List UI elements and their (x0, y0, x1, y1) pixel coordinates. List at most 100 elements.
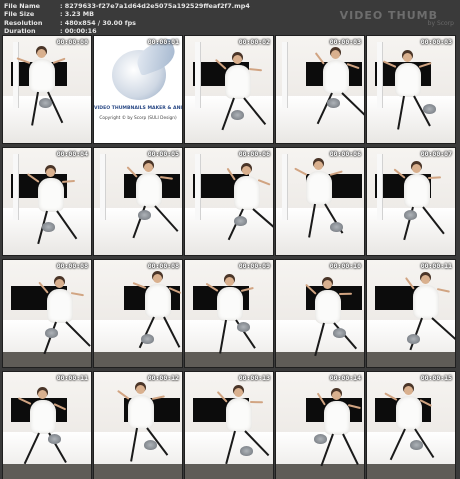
duration-value: : 00:00:16 (60, 27, 97, 36)
timestamp: 00:00:13 (238, 374, 270, 382)
person-figure (305, 277, 358, 367)
thumbnail: 00:00:06 (185, 148, 273, 255)
resolution-value: : 480x854 / 30.00 fps (60, 18, 136, 27)
bed-post (377, 154, 383, 220)
head (332, 391, 341, 400)
file-size-value: : 3.23 MB (60, 10, 95, 19)
leg-right (342, 433, 359, 465)
cat (138, 210, 151, 220)
cat (314, 434, 327, 444)
white-dress (29, 59, 55, 93)
thumbnail: 00:00:02 (185, 36, 273, 143)
arm-right (338, 292, 353, 295)
person-figure (404, 272, 455, 362)
head (153, 274, 162, 283)
white-dress (136, 173, 162, 207)
thumbnail: 00:00:13 (185, 372, 273, 479)
white-dress (404, 174, 430, 208)
thumbnail: 00:00:06 (276, 148, 364, 255)
leg-right (47, 91, 64, 124)
head (242, 166, 251, 175)
head (234, 388, 243, 397)
white-dress (306, 171, 332, 205)
leg-left (397, 95, 405, 130)
timestamp: 00:00:06 (329, 150, 361, 158)
resolution-label: Resolution (4, 18, 43, 27)
duration-label: Duration (4, 27, 36, 36)
logo-copyright: Copyright © by Scorp (SULI Design) (99, 116, 177, 121)
person-figure (316, 388, 361, 478)
thumbnail: 00:00:03 (367, 36, 455, 143)
thumbnail: 00:00:09 (185, 260, 273, 367)
cat (141, 334, 154, 344)
white-dress (413, 285, 439, 319)
head (314, 161, 323, 170)
arm-left (404, 277, 415, 290)
file-metadata: File Name : 8279633-f27e7a1d64d2e5075a192… (4, 2, 250, 36)
white-dress (324, 401, 350, 435)
arm-right (249, 401, 264, 404)
white-dress (217, 287, 243, 321)
person-figure (382, 50, 432, 140)
timestamp: 00:00:05 (147, 150, 179, 158)
cat (423, 104, 436, 114)
person-figure (117, 382, 169, 472)
timestamp: 00:00:15 (420, 374, 452, 382)
person-figure (16, 46, 66, 136)
white-dress (226, 398, 252, 432)
timestamp: 00:00:02 (238, 38, 270, 46)
thumbnail: 00:00:14 (276, 372, 364, 479)
bed-post (13, 42, 19, 108)
head (404, 386, 413, 395)
person-figure (294, 158, 344, 248)
head (37, 49, 46, 58)
white-dress (395, 63, 421, 97)
white-dress (47, 289, 73, 323)
white-dress (396, 396, 422, 430)
person-figure (26, 165, 78, 255)
cat (333, 328, 346, 338)
timestamp: 00:00:04 (56, 150, 88, 158)
white-dress (145, 284, 171, 318)
person-figure (132, 271, 182, 361)
leg-left (31, 91, 39, 126)
arm-left (226, 167, 236, 181)
cat (330, 222, 343, 232)
logo-title: VIDEO THUMBNAILS MAKER & ANIMAT (94, 106, 182, 111)
person-figure (214, 52, 267, 142)
logo-thumbnail: VIDEO THUMBNAILS MAKER & ANIMAT Copyright… (94, 36, 182, 143)
person-figure (226, 163, 273, 253)
timestamp: 00:00:03 (420, 38, 452, 46)
file-name-label: File Name (4, 2, 40, 10)
person-figure (205, 274, 256, 364)
cat (404, 210, 417, 220)
timestamp: 00:00:11 (420, 262, 452, 270)
head (233, 55, 242, 64)
bed-post (377, 42, 383, 108)
head (46, 168, 55, 177)
cat (410, 440, 423, 450)
cat (407, 334, 420, 344)
head (421, 275, 430, 284)
file-name-value: : 8279633-f27e7a1d64d2e5075a192529ffeaf2… (60, 2, 250, 10)
person-figure (314, 47, 364, 137)
cat (327, 98, 340, 108)
thumbnail: 00:00:15 (367, 372, 455, 479)
leg-left (389, 428, 406, 461)
arm-right (159, 176, 174, 180)
cat (231, 110, 244, 120)
head (323, 280, 332, 289)
thumbnail-grid: 00:00:00 VIDEO THUMBNAILS MAKER & ANIMAT C… (0, 36, 460, 479)
timestamp: 00:00:01 (147, 38, 179, 46)
head (225, 277, 234, 286)
arm-left (316, 392, 326, 406)
cat (240, 446, 253, 456)
cat (48, 434, 61, 444)
thumbnail: 00:00:07 (367, 148, 455, 255)
timestamp: 00:00:06 (238, 150, 270, 158)
cat (39, 98, 52, 108)
head (38, 390, 47, 399)
timestamp: 00:00:07 (420, 150, 452, 158)
head (403, 53, 412, 62)
timestamp: 00:00:12 (147, 374, 179, 382)
